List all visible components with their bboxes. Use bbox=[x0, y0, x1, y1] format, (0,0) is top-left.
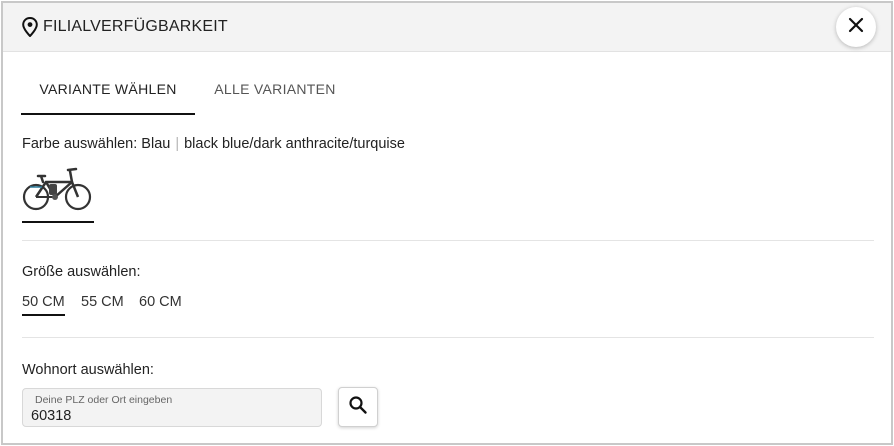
dialog-header: FILIALVERFÜGBARKEIT bbox=[3, 3, 891, 52]
size-option-55cm[interactable]: 55 CM bbox=[81, 292, 124, 316]
location-label: Wohnort auswählen: bbox=[22, 362, 154, 378]
store-availability-dialog: FILIALVERFÜGBARKEIT VARIANTE WÄHLEN ALLE… bbox=[1, 1, 893, 445]
postcode-input[interactable]: Deine PLZ oder Ort eingeben 60318 bbox=[22, 388, 322, 427]
selected-color: Blau bbox=[141, 136, 171, 152]
color-label-row: Farbe auswählen: Blau | black blue/dark an… bbox=[22, 136, 405, 152]
postcode-input-value: 60318 bbox=[31, 408, 72, 424]
postcode-input-placeholder: Deine PLZ oder Ort eingeben bbox=[35, 394, 173, 406]
color-separator: | bbox=[175, 136, 180, 152]
size-option-50cm[interactable]: 50 CM bbox=[22, 292, 65, 316]
color-detail: black blue/dark anthracite/turquise bbox=[184, 136, 405, 152]
section-divider bbox=[22, 337, 874, 338]
color-label: Farbe auswählen: bbox=[22, 136, 138, 152]
search-icon bbox=[348, 395, 368, 420]
dialog-title: FILIALVERFÜGBARKEIT bbox=[43, 18, 228, 35]
size-label: Größe auswählen: bbox=[22, 264, 141, 280]
close-icon bbox=[848, 17, 864, 38]
color-swatch-bike[interactable] bbox=[22, 163, 94, 223]
close-button[interactable] bbox=[836, 7, 876, 47]
search-button[interactable] bbox=[338, 387, 378, 427]
variant-tabs: VARIANTE WÄHLEN ALLE VARIANTEN bbox=[21, 67, 621, 115]
tab-all-variants[interactable]: ALLE VARIANTEN bbox=[195, 67, 355, 113]
tab-choose-variant[interactable]: VARIANTE WÄHLEN bbox=[21, 67, 195, 115]
section-divider bbox=[22, 240, 874, 241]
location-pin-icon bbox=[22, 16, 38, 38]
size-option-60cm[interactable]: 60 CM bbox=[139, 292, 182, 316]
